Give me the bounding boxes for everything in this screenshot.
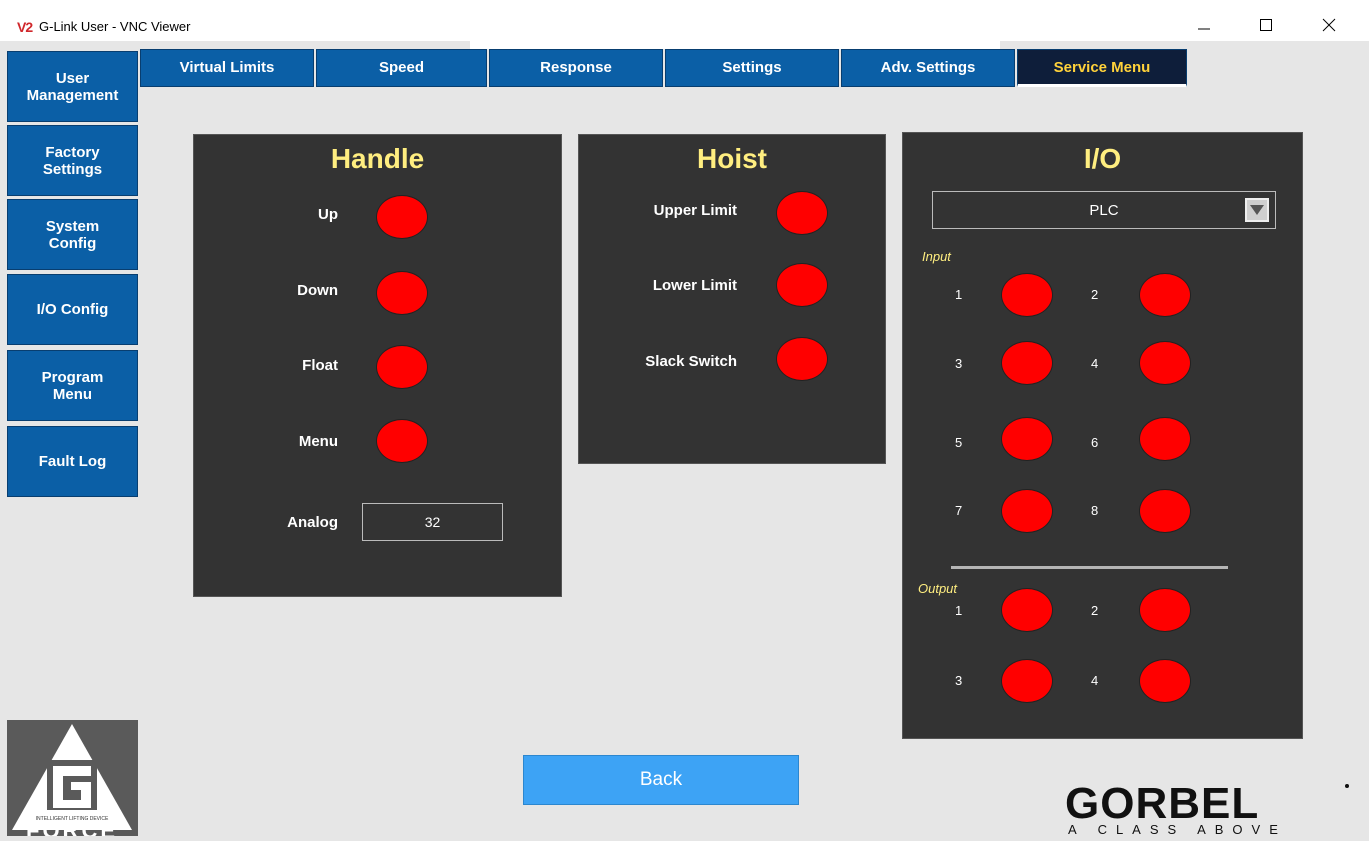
- handle-down-label: Down: [297, 282, 338, 299]
- tab-speed[interactable]: Speed: [316, 49, 487, 87]
- close-button[interactable]: [1306, 10, 1352, 40]
- io-output-1-label: 1: [955, 603, 963, 618]
- io-input-4-indicator: [1139, 341, 1191, 385]
- io-input-7-indicator: [1001, 489, 1053, 533]
- svg-text:FORCE: FORCE: [26, 818, 118, 836]
- gorbel-logo: GORBEL A CLASS ABOVE: [1060, 778, 1360, 837]
- maximize-button[interactable]: [1243, 10, 1289, 40]
- close-icon: [1322, 18, 1336, 32]
- sidebar-item-factory-settings[interactable]: Factory Settings: [7, 125, 138, 196]
- handle-float-indicator: [376, 345, 428, 389]
- sidebar-item-io-config[interactable]: I/O Config: [7, 274, 138, 345]
- tab-response[interactable]: Response: [489, 49, 663, 87]
- io-output-label: Output: [918, 581, 958, 596]
- io-output-3-indicator: [1001, 659, 1053, 703]
- hoist-slack-switch-label: Slack Switch: [645, 353, 737, 370]
- io-output-1-indicator: [1001, 588, 1053, 632]
- handle-down-indicator: [376, 271, 428, 315]
- tab-settings[interactable]: Settings: [665, 49, 839, 87]
- handle-float-label: Float: [302, 357, 338, 374]
- io-panel: I/O PLC Input 1 2 3 4 5 6 7 8 Output 1 2…: [902, 132, 1303, 739]
- io-output-2-label: 2: [1091, 603, 1099, 618]
- hoist-upper-limit-indicator: [776, 191, 828, 235]
- hoist-lower-limit-indicator: [776, 263, 828, 307]
- io-input-4-label: 4: [1091, 356, 1099, 371]
- top-strip: [470, 41, 1000, 49]
- io-input-7-label: 7: [955, 503, 963, 518]
- maximize-icon: [1260, 19, 1272, 31]
- dropdown-arrow-icon[interactable]: [1245, 198, 1269, 222]
- io-output-2-indicator: [1139, 588, 1191, 632]
- io-input-6-label: 6: [1091, 435, 1099, 450]
- handle-up-indicator: [376, 195, 428, 239]
- window-titlebar: V2 G-Link User - VNC Viewer: [0, 0, 1369, 41]
- io-input-1-indicator: [1001, 273, 1053, 317]
- handle-menu-indicator: [376, 419, 428, 463]
- sidebar-item-program-menu[interactable]: Program Menu: [7, 350, 138, 421]
- vnc-app-icon: V2: [17, 19, 33, 35]
- handle-analog-value: 32: [362, 503, 503, 541]
- hoist-lower-limit-label: Lower Limit: [652, 277, 737, 294]
- sidebar-item-system-config[interactable]: System Config: [7, 199, 138, 270]
- hoist-title: Hoist: [697, 143, 767, 174]
- io-source-value: PLC: [1089, 201, 1119, 219]
- gforce-logo: INTELLIGENT LIFTING DEVICE FORCE: [7, 720, 138, 836]
- svg-text:GORBEL: GORBEL: [1065, 779, 1259, 828]
- io-input-8-label: 8: [1091, 503, 1099, 518]
- io-source-select[interactable]: PLC: [932, 191, 1276, 229]
- window-title: G-Link User - VNC Viewer: [39, 19, 191, 34]
- io-title: I/O: [1083, 143, 1122, 174]
- io-input-5-indicator: [1001, 417, 1053, 461]
- tab-virtual-limits[interactable]: Virtual Limits: [140, 49, 314, 87]
- minimize-button[interactable]: [1181, 10, 1227, 40]
- io-input-1-label: 1: [955, 287, 963, 302]
- sidebar-item-fault-log[interactable]: Fault Log: [7, 426, 138, 497]
- hoist-panel: Hoist Upper Limit Lower Limit Slack Swit…: [578, 134, 886, 464]
- handle-up-label: Up: [318, 206, 338, 223]
- io-output-4-label: 4: [1091, 673, 1099, 688]
- io-divider: [951, 566, 1228, 569]
- hoist-upper-limit-label: Upper Limit: [653, 202, 737, 219]
- minimize-icon: [1198, 28, 1210, 30]
- io-input-2-indicator: [1139, 273, 1191, 317]
- io-input-label: Input: [922, 249, 951, 264]
- back-button[interactable]: Back: [523, 755, 799, 805]
- sidebar-item-user-management[interactable]: User Management: [7, 51, 138, 122]
- io-input-8-indicator: [1139, 489, 1191, 533]
- handle-panel: Handle Up Down Float Menu Analog 32: [193, 134, 562, 597]
- tab-adv-settings[interactable]: Adv. Settings: [841, 49, 1015, 87]
- io-output-4-indicator: [1139, 659, 1191, 703]
- io-input-3-indicator: [1001, 341, 1053, 385]
- hoist-slack-switch-indicator: [776, 337, 828, 381]
- io-input-3-label: 3: [955, 356, 963, 371]
- handle-menu-label: Menu: [298, 433, 338, 450]
- io-input-2-label: 2: [1091, 287, 1099, 302]
- tab-service-menu[interactable]: Service Menu: [1017, 49, 1187, 87]
- io-input-6-indicator: [1139, 417, 1191, 461]
- io-input-5-label: 5: [955, 435, 963, 450]
- svg-text:A CLASS ABOVE: A CLASS ABOVE: [1068, 822, 1287, 836]
- handle-title: Handle: [330, 143, 425, 174]
- io-output-3-label: 3: [955, 673, 963, 688]
- handle-analog-label: Analog: [287, 514, 338, 531]
